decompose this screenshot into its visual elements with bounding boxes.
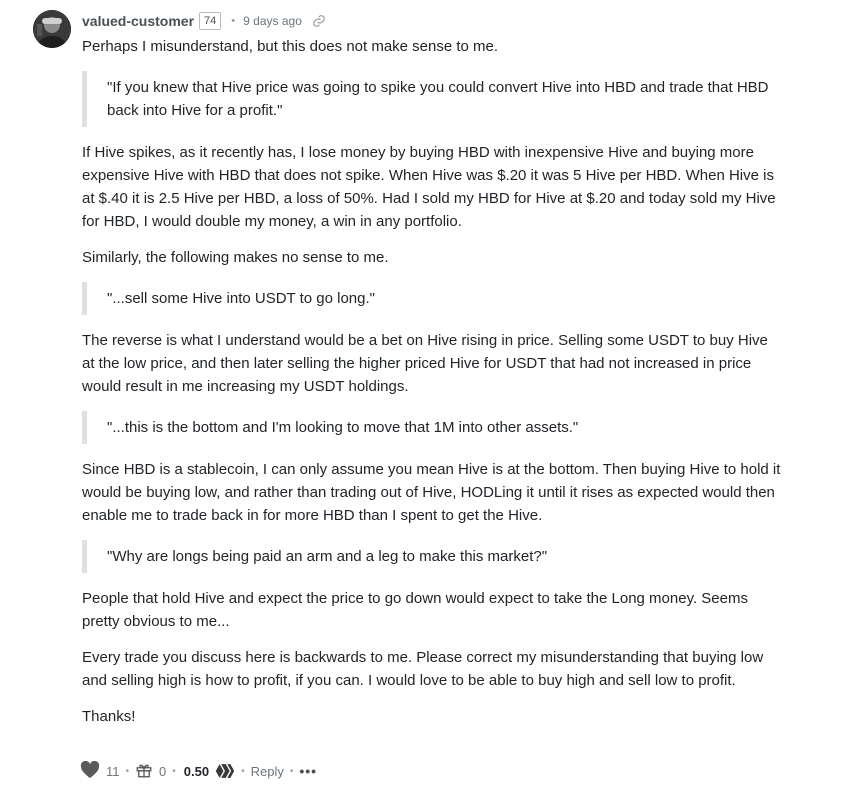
footer-separator: • <box>289 765 294 777</box>
avatar-image <box>33 10 71 48</box>
link-icon[interactable] <box>312 14 326 28</box>
blockquote: "Why are longs being paid an arm and a l… <box>82 540 782 573</box>
vote-count[interactable]: 11 <box>106 764 120 779</box>
quote-text: "Why are longs being paid an arm and a l… <box>107 548 548 565</box>
paragraph: The reverse is what I understand would b… <box>82 332 768 395</box>
gift-icon[interactable] <box>135 761 153 782</box>
blockquote: "...sell some Hive into USDT to go long.… <box>82 282 782 315</box>
author-name[interactable]: valued-customer <box>82 13 194 29</box>
comment-header: valued-customer 74 • 9 days ago <box>82 10 326 32</box>
paragraph: Thanks! <box>82 708 136 725</box>
footer-separator: • <box>241 765 245 777</box>
heart-icon[interactable] <box>80 760 100 782</box>
paragraph: Perhaps I misunderstand, but this does n… <box>82 38 499 55</box>
paragraph: Every trade you discuss here is backward… <box>82 649 764 689</box>
reply-button[interactable]: Reply <box>251 764 284 779</box>
paragraph: People that hold Hive and expect the pri… <box>82 590 748 630</box>
comment-body: Perhaps I misunderstand, but this does n… <box>82 35 782 741</box>
timestamp[interactable]: 9 days ago <box>243 14 302 28</box>
paragraph: If Hive spikes, as it recently has, I lo… <box>82 144 776 230</box>
more-options-button[interactable]: ••• <box>299 763 317 779</box>
avatar[interactable] <box>33 10 71 48</box>
payout-amount[interactable]: 0.50 <box>184 764 209 779</box>
header-separator: • <box>231 15 236 27</box>
quote-text: "...this is the bottom and I'm looking t… <box>107 419 579 436</box>
tip-count[interactable]: 0 <box>159 764 166 779</box>
paragraph: Since HBD is a stablecoin, I can only as… <box>82 461 781 524</box>
quote-text: "...sell some Hive into USDT to go long.… <box>107 290 375 307</box>
reputation-badge: 74 <box>199 12 222 30</box>
footer-separator: • <box>172 765 176 777</box>
blockquote: "If you knew that Hive price was going t… <box>82 71 782 127</box>
hive-logo-icon <box>215 763 235 779</box>
footer-separator: • <box>125 765 130 777</box>
paragraph: Similarly, the following makes no sense … <box>82 249 389 266</box>
comment-footer: 11 • 0 • 0.50 • Reply • ••• <box>80 760 317 782</box>
quote-text: "If you knew that Hive price was going t… <box>107 79 769 119</box>
blockquote: "...this is the bottom and I'm looking t… <box>82 411 782 444</box>
